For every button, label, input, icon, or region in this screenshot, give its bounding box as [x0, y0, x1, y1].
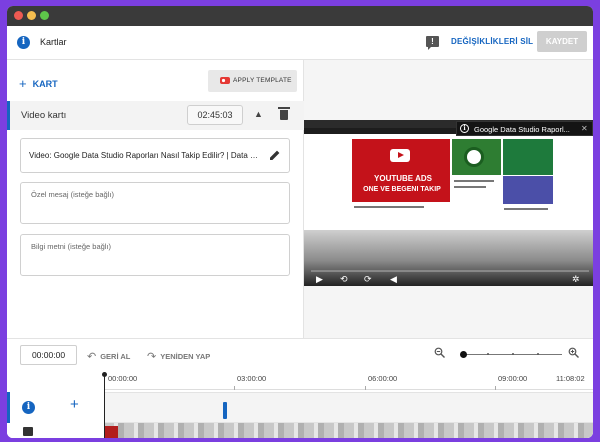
zoom-slider-tick — [512, 353, 514, 355]
frame-thumbnail-green — [452, 139, 501, 175]
custom-message-field[interactable]: Özel mesaj (isteğe bağlı) — [20, 182, 290, 224]
rewind-icon[interactable]: ⟲ — [340, 274, 348, 285]
player-progress-bar[interactable] — [311, 270, 589, 272]
add-card-plus-icon[interactable]: + — [70, 396, 79, 413]
zoom-slider-tick — [537, 353, 539, 355]
add-card-label: KART — [32, 79, 58, 89]
frame-text-line — [454, 180, 494, 182]
undo-label: GERİ AL — [100, 352, 131, 361]
thumb-logo-icon — [464, 147, 484, 167]
forward-icon[interactable]: ⟳ — [364, 274, 372, 285]
playhead[interactable] — [102, 372, 107, 438]
page-title: Kartlar — [40, 37, 67, 47]
youtube-logo-icon — [390, 149, 410, 162]
save-button[interactable]: KAYDET — [537, 31, 587, 52]
undo-button[interactable]: ↶ GERİ AL — [87, 349, 131, 363]
cards-track-area[interactable] — [104, 392, 593, 423]
settings-icon[interactable]: ✲ — [572, 274, 580, 285]
cards-track: i + — [7, 392, 593, 423]
cards-track-header: i + — [7, 392, 104, 423]
frame-text-line — [454, 186, 486, 188]
card-teaser-overlay[interactable]: i Google Data Studio Raporl... ✕ — [456, 121, 593, 136]
apply-template-button[interactable]: APPLY TEMPLATE — [208, 70, 297, 92]
volume-icon[interactable]: ◀ — [390, 274, 397, 285]
card-info-icon: i — [460, 124, 469, 133]
header-bar: i Kartlar ! DEĞİŞİKLİKLERİ SİL KAYDET — [7, 26, 593, 60]
ruler-label: 03:00:00 — [237, 374, 267, 383]
current-time-input[interactable]: 00:00:00 — [20, 345, 77, 365]
info-icon[interactable]: i — [17, 36, 30, 49]
delete-icon[interactable] — [278, 107, 290, 120]
ruler-tick — [495, 386, 496, 390]
edit-pencil-icon[interactable] — [269, 149, 281, 161]
undo-icon: ↶ — [87, 351, 97, 363]
zoom-slider-knob[interactable] — [460, 351, 467, 358]
frame-text-line — [504, 208, 548, 210]
card-teaser-title: Google Data Studio Raporl... — [474, 125, 570, 134]
custom-message-placeholder: Özel mesaj (isteğe bağlı) — [31, 190, 114, 199]
zoom-window-dot[interactable] — [40, 11, 49, 20]
frame-text-line — [354, 206, 424, 208]
video-track — [7, 423, 593, 438]
timeline: 00:00:00 03:00:00 06:00:00 09:00:00 11:0… — [7, 368, 593, 438]
minimize-window-dot[interactable] — [27, 11, 36, 20]
ruler-tick — [365, 386, 366, 390]
discard-changes-button[interactable]: DEĞİŞİKLİKLERİ SİL — [451, 37, 533, 46]
ruler-tick — [234, 386, 235, 390]
ruler-label: 00:00:00 — [108, 374, 138, 383]
frame-thumbnail-green-2 — [503, 139, 553, 175]
redo-icon: ↷ — [147, 351, 157, 363]
ruler-label: 11:08:02 — [556, 374, 585, 383]
teaser-text-placeholder: Bilgi metni (isteğe bağlı) — [31, 242, 112, 251]
redo-button[interactable]: ↷ YENİDEN YAP — [147, 349, 211, 363]
card-time-input[interactable]: 02:45:03 — [187, 105, 243, 125]
thumb-headline-2: ONE VE BEGENI TAKIP — [363, 186, 441, 193]
zoom-out-icon[interactable] — [434, 347, 445, 358]
thumb-headline-1: YOUTUBE ADS — [374, 174, 432, 183]
ruler-label: 06:00:00 — [368, 374, 398, 383]
redo-label: YENİDEN YAP — [160, 352, 211, 361]
video-frame: YOUTUBE ADS ONE VE BEGENI TAKIP ▶ ⟲ ⟳ ◀ … — [304, 120, 593, 286]
video-camera-icon — [23, 427, 33, 436]
card-type-label: Video kartı — [21, 110, 67, 121]
frame-thumbnail-red: YOUTUBE ADS ONE VE BEGENI TAKIP — [352, 139, 450, 202]
close-window-dot[interactable] — [14, 11, 23, 20]
app-window: i Kartlar ! DEĞİŞİKLİKLERİ SİL KAYDET + K… — [7, 6, 593, 438]
window-titlebar — [7, 6, 593, 26]
video-select-value: Video: Google Data Studio Raporları Nası… — [29, 151, 261, 160]
video-preview-panel: YOUTUBE ADS ONE VE BEGENI TAKIP ▶ ⟲ ⟳ ◀ … — [304, 60, 593, 338]
chevron-up-icon[interactable]: ▲ — [254, 109, 263, 119]
teaser-text-field[interactable]: Bilgi metni (isteğe bağlı) — [20, 234, 290, 276]
video-filmstrip[interactable] — [104, 423, 593, 438]
apply-template-label: APPLY TEMPLATE — [233, 77, 292, 84]
info-icon: i — [22, 401, 35, 414]
feedback-icon[interactable]: ! — [426, 36, 439, 50]
zoom-slider[interactable] — [460, 351, 562, 358]
filmstrip-frame — [104, 426, 118, 438]
zoom-slider-tick — [487, 353, 489, 355]
frame-thumbnail-blue — [503, 176, 553, 204]
video-select-field[interactable]: Video: Google Data Studio Raporları Nası… — [20, 138, 290, 173]
card-marker[interactable] — [223, 402, 227, 419]
ruler-label: 09:00:00 — [498, 374, 528, 383]
video-card-header[interactable]: Video kartı 02:45:03 ▲ — [7, 101, 304, 130]
plus-icon: + — [19, 76, 27, 91]
template-icon — [220, 77, 230, 84]
close-icon[interactable]: ✕ — [581, 124, 588, 133]
video-track-header — [7, 423, 104, 438]
preview-empty-area — [304, 286, 593, 338]
play-icon[interactable]: ▶ — [316, 274, 323, 285]
video-player[interactable]: YOUTUBE ADS ONE VE BEGENI TAKIP ▶ ⟲ ⟳ ◀ … — [304, 120, 593, 286]
add-card-button[interactable]: + KART — [19, 75, 58, 91]
card-editor-panel: + KART APPLY TEMPLATE Video kartı 02:45:0… — [7, 60, 304, 338]
ruler-line — [104, 389, 593, 390]
zoom-in-icon[interactable] — [568, 347, 579, 358]
